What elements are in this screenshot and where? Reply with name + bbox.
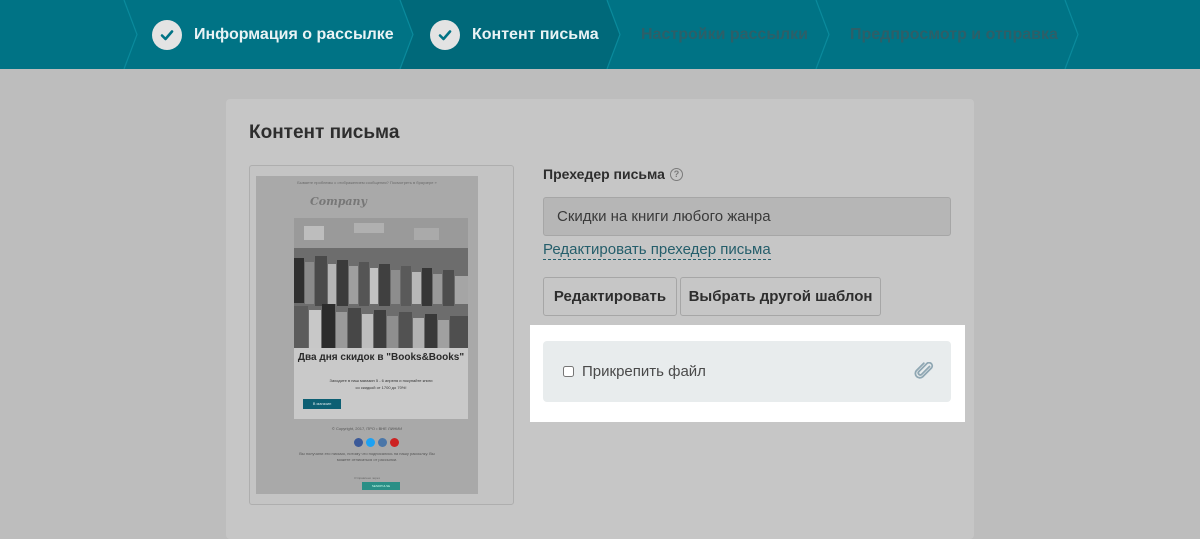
check-icon [152,19,182,50]
edit-button[interactable]: Редактировать [543,277,677,316]
edit-preheader-link[interactable]: Редактировать прехедер письма [543,241,771,260]
step-label: Контент письма [472,25,599,43]
preview-copyright: © Copyright, 2017, ПРО • ВНЕ ЛИНИИ [331,426,403,431]
preview-subtext-line: Заходите в наш магазин 5 - 6 апреля и по… [329,378,433,383]
step-email-content[interactable]: Контент письма [430,0,599,69]
wizard-stepper: Информация о рассылке Контент письма Нас… [0,0,1200,69]
preview-headline: Два дня скидок в "Books&Books" [297,352,465,363]
twitter-icon [366,438,375,447]
preview-browser-link: Бываете проблемы с отображением сообщени… [297,180,437,185]
step-mailing-settings[interactable]: Настройки рассылки [641,0,808,69]
preview-subtext: Заходите в наш магазин 5 - 6 апреля и по… [294,377,468,391]
books-image [294,218,468,348]
paperclip-icon[interactable] [914,361,934,385]
choose-template-button[interactable]: Выбрать другой шаблон [680,277,881,316]
preview-content-block: Два дня скидок в "Books&Books" Заходите … [294,218,468,419]
step-label: Настройки рассылки [641,25,808,43]
step-divider [815,0,830,69]
question-icon[interactable]: ? [669,167,683,181]
preview-logo: Company [310,195,367,208]
preview-subtext-line: со скидкой от 1700 до 70%! [355,385,407,390]
preview-social-icons [354,438,399,447]
preview-unsubscribe: Вы получили это письмо, потому что подпи… [299,451,435,462]
step-divider [1064,0,1079,69]
youtube-icon [390,438,399,447]
preview-sender-badge: SENDPULSE [362,482,400,490]
preheader-label: Прехедер письма ? [543,166,683,182]
step-mailing-info[interactable]: Информация о рассылке [152,0,394,69]
email-preview: Бываете проблемы с отображением сообщени… [256,176,478,494]
step-preview-and-send[interactable]: Предпросмотр и отправка [850,0,1058,69]
preview-shop-button: В магазин [303,399,341,409]
step-label: Предпросмотр и отправка [850,25,1058,43]
facebook-icon [354,438,363,447]
preview-powered-by: Отправлено через [354,476,380,480]
vk-icon [378,438,387,447]
step-label: Информация о рассылке [194,25,394,43]
page-title: Контент письма [249,122,400,143]
step-divider [123,0,138,69]
attach-file-label[interactable]: Прикрепить файл [582,363,706,380]
check-icon [430,19,460,50]
preheader-label-text: Прехедер письма [543,166,665,182]
preheader-input[interactable] [543,197,951,236]
attach-file-checkbox[interactable] [563,366,574,377]
